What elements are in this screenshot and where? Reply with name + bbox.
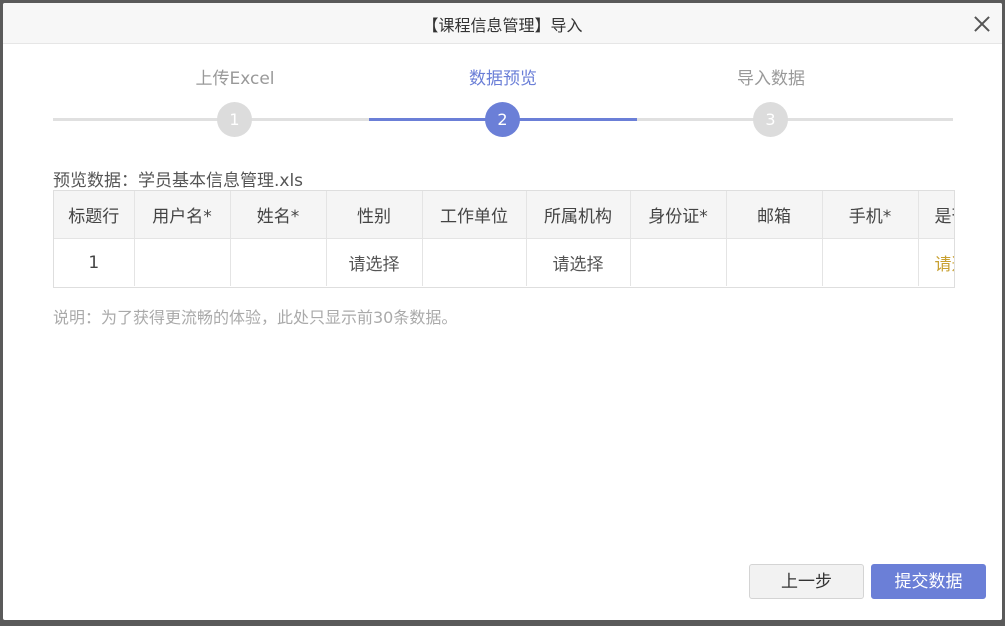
- gender-select[interactable]: 请选择: [326, 238, 423, 286]
- dialog-title: 【课程信息管理】导入: [422, 16, 583, 35]
- table-cell: 1: [54, 238, 135, 286]
- column-header: 邮箱: [726, 191, 823, 239]
- column-header: 用户名*: [134, 191, 231, 239]
- column-header: 手机*: [822, 191, 919, 239]
- step-label: 上传Excel: [195, 69, 275, 89]
- preview-table[interactable]: 标题行 用户名* 姓名* 性别 工作单位 所属机构 身份证* 邮箱 手机* 是否…: [53, 190, 955, 288]
- column-header: 身份证*: [630, 191, 727, 239]
- step-upload: 上传Excel 1: [135, 67, 335, 137]
- step-label: 数据预览: [469, 69, 537, 89]
- step-line-3: [637, 118, 953, 121]
- step-label: 导入数据: [737, 69, 805, 89]
- table-cell[interactable]: [134, 238, 231, 286]
- step-preview: 数据预览 2: [403, 67, 603, 137]
- step-number: 2: [485, 102, 520, 137]
- column-header: 是否: [918, 191, 954, 239]
- preview-note: 说明：为了获得更流畅的体验，此处只显示前30条数据。: [53, 308, 458, 327]
- organization-select[interactable]: 请选择: [526, 238, 631, 286]
- step-progress: 上传Excel 1 数据预览 2 导入数据 3: [53, 67, 953, 147]
- table-cell[interactable]: [422, 238, 527, 286]
- table-cell[interactable]: [230, 238, 327, 286]
- table-header-row: 标题行 用户名* 姓名* 性别 工作单位 所属机构 身份证* 邮箱 手机* 是否: [54, 191, 954, 239]
- column-header: 姓名*: [230, 191, 327, 239]
- submit-data-button[interactable]: 提交数据: [871, 564, 986, 599]
- column-header: 所属机构: [526, 191, 631, 239]
- preview-file-label: 预览数据：学员基本信息管理.xls: [53, 171, 304, 191]
- flag-select[interactable]: 请选择: [918, 238, 954, 286]
- table-row: 1 请选择 请选择 请选择: [54, 238, 954, 286]
- dialog-header: 【课程信息管理】导入: [3, 3, 1002, 44]
- table-cell[interactable]: [726, 238, 823, 286]
- column-header: 标题行: [54, 191, 135, 239]
- column-header: 工作单位: [422, 191, 527, 239]
- step-number: 1: [217, 102, 252, 137]
- close-icon[interactable]: [972, 14, 992, 34]
- table-cell[interactable]: [822, 238, 919, 286]
- step-import: 导入数据 3: [671, 67, 871, 137]
- step-number: 3: [753, 102, 788, 137]
- import-dialog: 【课程信息管理】导入 上传Excel 1 数据预览 2 导入数据 3 预览数据：…: [3, 3, 1002, 620]
- table-cell[interactable]: [630, 238, 727, 286]
- column-header: 性别: [326, 191, 423, 239]
- previous-step-button[interactable]: 上一步: [749, 564, 864, 599]
- step-line-1: [53, 118, 369, 121]
